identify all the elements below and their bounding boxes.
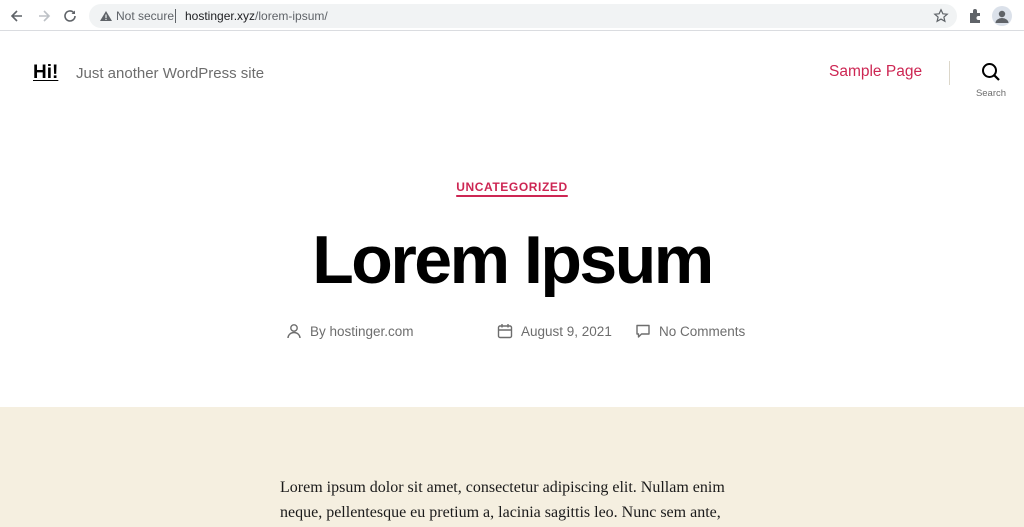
- warning-icon: [100, 11, 112, 21]
- post-date: August 9, 2021: [497, 322, 612, 340]
- omnibox-divider: [175, 9, 176, 23]
- search-label: Search: [975, 88, 1007, 99]
- browser-toolbar: Not secure hostinger.xyz/lorem-ipsum/: [0, 0, 1024, 31]
- post-comments: No Comments: [635, 322, 745, 340]
- url-path: /lorem-ipsum/: [255, 9, 328, 23]
- forward-icon: [39, 10, 51, 22]
- address-bar[interactable]: Not secure hostinger.xyz/lorem-ipsum/: [89, 4, 957, 28]
- user-icon: [287, 324, 301, 339]
- post-title: Lorem Ipsum: [312, 222, 714, 298]
- category-link[interactable]: UNCATEGORIZED: [456, 180, 568, 194]
- date-link[interactable]: August 9, 2021: [521, 324, 612, 339]
- url-host: hostinger.xyz: [185, 9, 256, 23]
- site-title-link[interactable]: Hi!: [33, 62, 58, 84]
- forward-button[interactable]: [33, 5, 55, 27]
- profile-icon: [995, 10, 1009, 23]
- profile-button[interactable]: [992, 6, 1012, 26]
- search-icon: [982, 63, 1000, 81]
- nav-link-sample-page[interactable]: Sample Page: [829, 63, 922, 81]
- post-author: By hostinger.com: [286, 322, 414, 340]
- site-tagline: Just another WordPress site: [76, 65, 265, 82]
- post-content: Lorem ipsum dolor sit amet, consectetur …: [0, 407, 1024, 527]
- author-link[interactable]: By hostinger.com: [310, 324, 414, 339]
- reload-icon: [64, 10, 76, 22]
- post-category: UNCATEGORIZED: [0, 178, 1024, 196]
- back-icon: [10, 10, 22, 22]
- post-paragraph: Lorem ipsum dolor sit amet, consectetur …: [280, 479, 725, 521]
- url-text[interactable]: hostinger.xyz/lorem-ipsum/: [185, 9, 328, 23]
- security-status[interactable]: Not secure: [116, 9, 174, 23]
- extensions-icon[interactable]: [966, 6, 986, 26]
- star-icon[interactable]: [933, 8, 949, 24]
- reload-button[interactable]: [59, 5, 81, 27]
- comment-icon: [636, 324, 650, 338]
- back-button[interactable]: [6, 5, 28, 27]
- header-divider: [949, 61, 950, 85]
- search-button[interactable]: Search: [970, 60, 1012, 102]
- comments-link[interactable]: No Comments: [659, 324, 745, 339]
- calendar-icon: [497, 324, 513, 339]
